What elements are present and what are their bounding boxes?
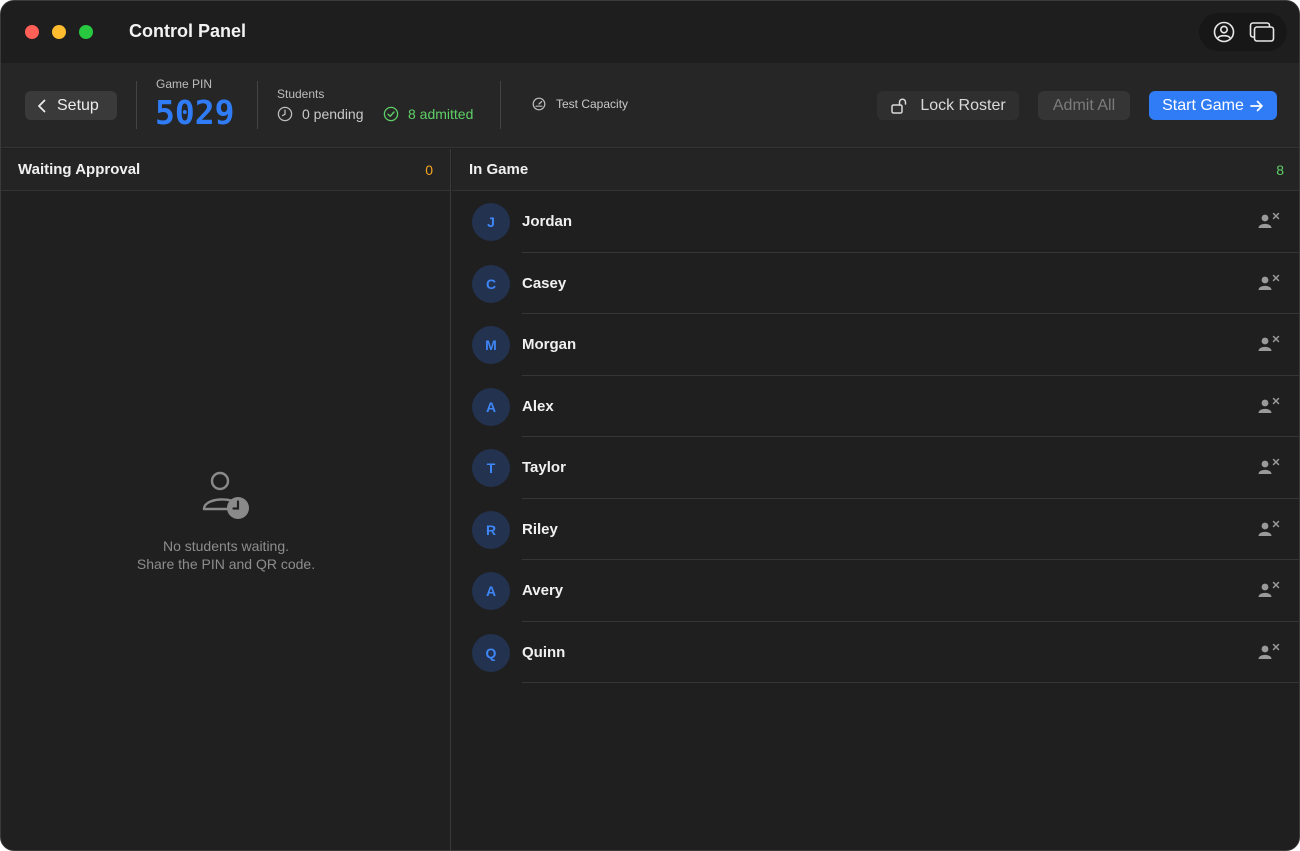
in-game-count-badge: 8 <box>1276 161 1284 178</box>
pending-count-text: 0 pending <box>302 106 364 122</box>
avatar: M <box>472 326 510 364</box>
remove-player-button[interactable] <box>1257 396 1281 416</box>
close-window-button[interactable] <box>25 25 39 39</box>
remove-player-button[interactable] <box>1257 211 1281 231</box>
list-item: R Riley <box>452 499 1299 561</box>
zoom-window-button[interactable] <box>79 25 93 39</box>
gauge-icon <box>532 97 546 111</box>
pending-status: 0 pending <box>277 106 364 122</box>
list-item: C Casey <box>452 253 1299 315</box>
remove-player-button[interactable] <box>1257 334 1281 354</box>
person-remove-icon <box>1258 335 1280 351</box>
remove-player-button[interactable] <box>1257 519 1281 539</box>
toolbar-divider <box>257 81 258 129</box>
player-name: Alex <box>522 397 554 415</box>
waiting-empty-state: No students waiting. Share the PIN and Q… <box>1 469 451 573</box>
title-tools <box>1199 13 1287 51</box>
test-capacity-label: Test Capacity <box>556 97 629 111</box>
waiting-approval-header: Waiting Approval 0 <box>1 149 450 191</box>
list-item: Q Quinn <box>452 622 1299 684</box>
lock-open-icon <box>891 98 907 114</box>
windows-icon <box>1249 22 1275 42</box>
list-item: M Morgan <box>452 314 1299 376</box>
arrow-right-icon <box>1250 100 1263 111</box>
remove-player-button[interactable] <box>1257 580 1281 600</box>
avatar: A <box>472 572 510 610</box>
empty-state-line-1: No students waiting. <box>162 538 290 554</box>
person-remove-icon <box>1258 458 1280 474</box>
admit-all-label: Admit All <box>1052 96 1116 114</box>
list-item: J Jordan <box>452 191 1299 253</box>
avatar: A <box>472 387 510 426</box>
in-game-panel: In Game 8 J Jordan C Casey M Morgan A Al… <box>452 149 1299 850</box>
clock-icon <box>277 106 293 122</box>
test-capacity-button[interactable]: Test Capacity <box>532 97 628 111</box>
remove-player-button[interactable] <box>1257 273 1281 293</box>
waiting-approval-title: Waiting Approval <box>18 161 141 178</box>
player-list: J Jordan C Casey M Morgan A Alex T Taylo… <box>452 191 1299 684</box>
title-bar: Control Panel <box>1 1 1299 63</box>
remove-player-button[interactable] <box>1257 457 1281 477</box>
player-name: Morgan <box>522 336 577 353</box>
chevron-left-icon <box>38 99 46 112</box>
avatar: C <box>472 264 510 303</box>
player-name: Jordan <box>522 213 573 230</box>
person-remove-icon <box>1258 397 1280 413</box>
admit-all-button[interactable]: Admit All <box>1038 91 1130 120</box>
window-title: Control Panel <box>129 21 247 41</box>
admitted-status: 8 admitted <box>383 106 473 122</box>
empty-state-line-2: Share the PIN and QR code. <box>136 556 316 572</box>
lock-roster-button[interactable]: Lock Roster <box>877 91 1019 120</box>
avatar: Q <box>472 633 510 672</box>
player-name: Riley <box>522 520 558 538</box>
toolbar-divider <box>500 81 501 129</box>
remove-player-button[interactable] <box>1257 642 1281 662</box>
in-game-title: In Game <box>469 161 529 178</box>
person-remove-icon <box>1258 274 1280 290</box>
game-pin-label: Game PIN <box>156 77 213 91</box>
students-label: Students <box>277 87 325 101</box>
avatar: J <box>472 203 510 241</box>
back-button-label: Setup <box>57 96 99 114</box>
list-item: A Alex <box>452 376 1299 438</box>
waiting-approval-panel: Waiting Approval 0 No students waiting. … <box>1 149 451 850</box>
minimize-window-button[interactable] <box>52 25 66 39</box>
game-pin-value: 5029 <box>155 93 235 132</box>
lock-roster-label: Lock Roster <box>920 96 1006 114</box>
player-name: Avery <box>522 582 564 599</box>
player-name: Casey <box>522 274 567 292</box>
person-clock-icon <box>196 469 256 523</box>
list-item: A Avery <box>452 560 1299 622</box>
windows-button[interactable] <box>1244 16 1280 48</box>
person-remove-icon <box>1258 581 1280 597</box>
check-circle-icon <box>383 106 399 122</box>
control-panel-window: Control Panel Setup Game PIN 5029 Studen… <box>0 0 1300 851</box>
list-item: T Taylor <box>452 437 1299 499</box>
person-remove-icon <box>1258 520 1280 536</box>
player-name: Quinn <box>522 643 566 661</box>
start-game-button[interactable]: Start Game <box>1149 91 1277 120</box>
toolbar-divider <box>136 81 137 129</box>
person-remove-icon <box>1258 643 1280 659</box>
account-button[interactable] <box>1206 16 1242 48</box>
admitted-count-text: 8 admitted <box>408 106 474 122</box>
player-name: Taylor <box>522 459 566 476</box>
waiting-count-badge: 0 <box>425 161 433 178</box>
toolbar: Setup Game PIN 5029 Students 0 pending 8… <box>1 63 1299 148</box>
back-to-setup-button[interactable]: Setup <box>25 91 117 120</box>
in-game-header: In Game 8 <box>452 149 1299 191</box>
avatar: R <box>472 510 510 549</box>
person-circle-icon <box>1213 21 1235 43</box>
person-remove-icon <box>1258 212 1280 228</box>
avatar: T <box>472 449 510 487</box>
start-game-label: Start Game <box>1162 96 1244 114</box>
